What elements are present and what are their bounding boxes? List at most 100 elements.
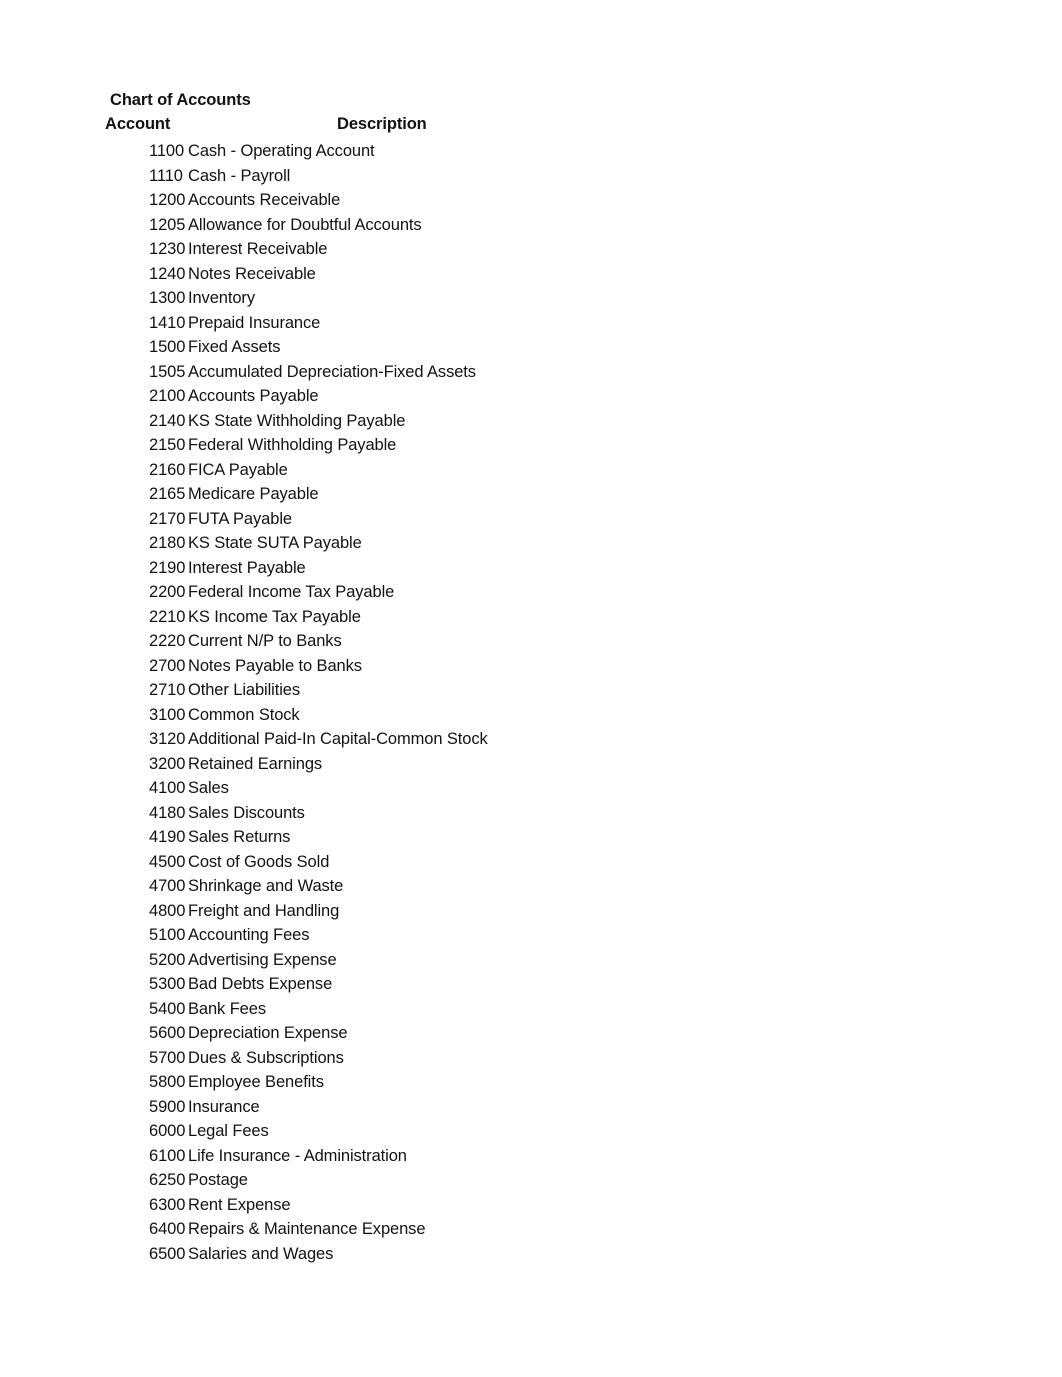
account-number: 2165 [149,485,186,503]
account-description: Accounts Payable [188,387,319,405]
table-row[interactable]: 4180 Sales Discounts [0,801,1062,826]
account-number: 5800 [149,1073,186,1091]
table-row[interactable]: 5800 Employee Benefits [0,1070,1062,1095]
account-number: 5100 [149,926,186,944]
account-description: Legal Fees [188,1122,269,1140]
account-description: Interest Receivable [188,240,328,258]
table-row[interactable]: 3200 Retained Earnings [0,752,1062,777]
table-row[interactable]: 5100 Accounting Fees [0,923,1062,948]
account-number: 5200 [149,950,186,969]
table-row[interactable]: 1205 Allowance for Doubtful Accounts [0,213,1062,238]
table-row[interactable]: 2165 Medicare Payable [0,482,1062,507]
table-row[interactable]: 1410 Prepaid Insurance [0,311,1062,336]
table-header-row: Account Description [0,114,1062,136]
account-description: Shrinkage and Waste [188,877,344,895]
account-number: 1410 [149,313,186,332]
table-row[interactable]: 2220 Current N/P to Banks [0,629,1062,654]
table-row[interactable]: 4700 Shrinkage and Waste [0,874,1062,899]
table-row[interactable]: 3120 Additional Paid-In Capital-Common St… [0,727,1062,752]
table-row[interactable]: 5200 Advertising Expense [0,948,1062,973]
account-description: Postage [188,1171,248,1189]
account-list: 1100 Cash - Operating Account 1110 Cash - P… [0,139,1062,1266]
account-number: 2150 [149,436,186,454]
account-description: Medicare Payable [188,485,319,503]
account-number: 5700 [149,1048,186,1067]
account-number: 6400 [149,1220,186,1238]
account-description: Current N/P to Banks [188,632,342,650]
account-number: 2160 [149,460,186,479]
table-row[interactable]: 6500 Salaries and Wages [0,1242,1062,1267]
account-description: KS Income Tax Payable [188,607,361,626]
account-description: Salaries and Wages [188,1244,334,1263]
table-row[interactable]: 2210 KS Income Tax Payable [0,605,1062,630]
table-row[interactable]: 2160 FICA Payable [0,458,1062,483]
table-row[interactable]: 6100 Life Insurance - Administration [0,1144,1062,1169]
account-number: 1200 [149,191,186,209]
table-row[interactable]: 1200 Accounts Receivable [0,188,1062,213]
table-row[interactable]: 4190 Sales Returns [0,825,1062,850]
account-number: 6250 [149,1171,186,1189]
table-row[interactable]: 2180 KS State SUTA Payable [0,531,1062,556]
account-description: Bad Debts Expense [188,975,333,993]
account-description: FICA Payable [188,460,288,479]
table-row[interactable]: 1240 Notes Receivable [0,262,1062,287]
account-description: Sales Discounts [188,803,305,822]
account-description: Prepaid Insurance [188,313,321,332]
account-description: Depreciation Expense [188,1024,348,1042]
table-row[interactable]: 2170 FUTA Payable [0,507,1062,532]
table-row[interactable]: 2150 Federal Withholding Payable [0,433,1062,458]
account-description: Notes Payable to Banks [188,656,362,675]
table-row[interactable]: 5300 Bad Debts Expense [0,972,1062,997]
account-description: KS State Withholding Payable [188,411,406,430]
table-row[interactable]: 5700 Dues & Subscriptions [0,1046,1062,1071]
table-row[interactable]: 6300 Rent Expense [0,1193,1062,1218]
table-row[interactable]: 6000 Legal Fees [0,1119,1062,1144]
account-description: Sales Returns [188,828,291,846]
account-number: 1100 [149,142,185,160]
account-description: Fixed Assets [188,338,281,356]
table-row[interactable]: 6250 Postage [0,1168,1062,1193]
chart-of-accounts-sheet: Chart of Accounts Account Description 11… [0,0,1062,1377]
table-row[interactable]: 1100 Cash - Operating Account [0,139,1062,164]
account-number: 6500 [149,1244,186,1263]
account-number: 1500 [149,338,186,356]
account-description: FUTA Payable [188,509,292,528]
account-description: Interest Payable [188,558,306,577]
table-row[interactable]: 3100 Common Stock [0,703,1062,728]
account-description: Employee Benefits [188,1073,324,1091]
account-number: 1230 [149,240,186,258]
account-number: 4100 [149,779,186,797]
account-number: 5400 [149,999,186,1018]
table-row[interactable]: 2140 KS State Withholding Payable [0,409,1062,434]
table-row[interactable]: 2190 Interest Payable [0,556,1062,581]
table-row[interactable]: 1500 Fixed Assets [0,335,1062,360]
account-description: Advertising Expense [188,950,337,969]
account-description: Additional Paid-In Capital-Common Stock [188,730,488,748]
table-row[interactable]: 1230 Interest Receivable [0,237,1062,262]
table-row[interactable]: 2710 Other Liabilities [0,678,1062,703]
table-row[interactable]: 4500 Cost of Goods Sold [0,850,1062,875]
account-description: Insurance [188,1097,260,1116]
table-row[interactable]: 5900 Insurance [0,1095,1062,1120]
account-description: Cash - Payroll [188,166,291,185]
table-row[interactable]: 1505 Accumulated Depreciation-Fixed Asset… [0,360,1062,385]
table-row[interactable]: 6400 Repairs & Maintenance Expense [0,1217,1062,1242]
account-description: Sales [188,779,229,797]
table-row[interactable]: 2700 Notes Payable to Banks [0,654,1062,679]
account-description: Notes Receivable [188,264,316,283]
account-number: 1240 [149,264,186,283]
table-row[interactable]: 1300 Inventory [0,286,1062,311]
account-description: Other Liabilities [188,681,301,699]
table-row[interactable]: 2100 Accounts Payable [0,384,1062,409]
account-number: 5300 [149,975,186,993]
table-row[interactable]: 1110 Cash - Payroll [0,164,1062,189]
table-row[interactable]: 5600 Depreciation Expense [0,1021,1062,1046]
page-title: Chart of Accounts [110,91,251,109]
table-row[interactable]: 5400 Bank Fees [0,997,1062,1022]
table-row[interactable]: 4100 Sales [0,776,1062,801]
account-number: 3120 [149,730,186,748]
table-row[interactable]: 4800 Freight and Handling [0,899,1062,924]
account-number: 3100 [149,705,186,724]
account-number: 2710 [149,681,186,699]
table-row[interactable]: 2200 Federal Income Tax Payable [0,580,1062,605]
